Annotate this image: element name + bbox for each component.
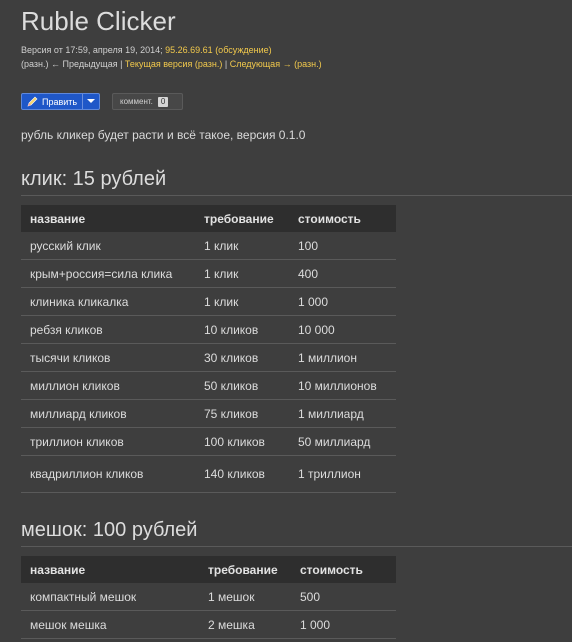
click-upgrades-table: название требование стоимость русский кл…	[21, 205, 396, 493]
edit-button[interactable]: Править	[21, 93, 100, 110]
cell-cost: 1 триллион	[289, 455, 396, 493]
table-header-row: название требование стоимость	[21, 205, 396, 232]
table-row: ребзя кликов 10 кликов 10 000	[21, 315, 396, 344]
diff-prev-text: (разн.)	[21, 59, 49, 69]
revision-prefix: Версия от 17:59, апреля 19, 2014;	[21, 45, 166, 55]
cell-name: тысячи кликов	[21, 343, 195, 372]
separator: |	[222, 59, 230, 69]
table-row: миллион кликов 50 кликов 10 миллионов	[21, 371, 396, 400]
table-row: компактный мешок 1 мешок 500	[21, 583, 396, 611]
separator: |	[117, 59, 125, 69]
comment-button[interactable]: коммент. 0	[112, 93, 183, 110]
revision-info: Версия от 17:59, апреля 19, 2014; 95.26.…	[21, 45, 272, 55]
section-divider	[21, 546, 572, 547]
column-header-requirement: требование	[195, 205, 289, 232]
cell-requirement: 75 кликов	[195, 399, 289, 428]
cell-requirement: 1 клик	[195, 259, 289, 288]
revision-nav: (разн.) ← Предыдущая | Текущая версия (р…	[21, 59, 322, 69]
section-title-bag: мешок: 100 рублей	[21, 519, 198, 541]
cell-cost: 400	[289, 259, 396, 288]
cell-requirement: 140 кликов	[195, 455, 289, 493]
table-row: крым+россия=сила клика 1 клик 400	[21, 259, 396, 288]
cell-requirement: 1 мешок	[199, 583, 291, 611]
cell-cost: 10 000	[289, 315, 396, 344]
cell-cost: 1 000	[291, 610, 396, 639]
column-header-cost: стоимость	[289, 205, 396, 232]
cell-cost: 500	[291, 583, 396, 611]
section-title-click: клик: 15 рублей	[21, 168, 167, 190]
cell-name: триллион кликов	[21, 427, 195, 456]
table-header-row: название требование стоимость	[21, 556, 396, 583]
cell-name: ребзя кликов	[21, 315, 195, 344]
cell-cost: 10 миллионов	[289, 371, 396, 400]
table-row: мешок мешка 2 мешка 1 000	[21, 610, 396, 639]
cell-cost: 100	[289, 232, 396, 260]
cell-requirement: 1 клик	[195, 232, 289, 260]
table-row: русский клик 1 клик 100	[21, 232, 396, 260]
cell-requirement: 50 кликов	[195, 371, 289, 400]
cell-name: миллиард кликов	[21, 399, 195, 428]
author-ip-link[interactable]: 95.26.69.61	[165, 45, 213, 55]
column-header-name: название	[21, 556, 199, 583]
table-row: клиника кликалка 1 клик 1 000	[21, 287, 396, 316]
cell-cost: 1 000	[289, 287, 396, 316]
intro-text: рубль кликер будет расти и всё такое, ве…	[21, 128, 306, 142]
table-row: тысячи кликов 30 кликов 1 миллион	[21, 343, 396, 372]
page-title: Ruble Clicker	[21, 6, 176, 36]
section-divider	[21, 195, 572, 196]
next-version-link[interactable]: Следующая →	[230, 59, 292, 69]
cell-name: русский клик	[21, 232, 195, 260]
current-diff-link[interactable]: (разн.)	[195, 59, 223, 69]
cell-requirement: 1 клик	[195, 287, 289, 316]
table-row: квадриллион кликов 140 кликов 1 триллион	[21, 455, 396, 493]
current-version-link[interactable]: Текущая версия	[125, 59, 192, 69]
pencil-icon	[27, 96, 38, 107]
cell-cost: 1 миллиард	[289, 399, 396, 428]
cell-name: крым+россия=сила клика	[21, 259, 195, 288]
table-row: миллиард кликов 75 кликов 1 миллиард	[21, 399, 396, 428]
talk-link[interactable]: (обсуждение)	[215, 45, 271, 55]
cell-name: компактный мешок	[21, 583, 199, 611]
comment-count-badge: 0	[157, 96, 169, 107]
cell-requirement: 10 кликов	[195, 315, 289, 344]
edit-button-label: Править	[42, 96, 78, 107]
comment-button-label: коммент.	[120, 97, 153, 106]
cell-name: миллион кликов	[21, 371, 195, 400]
chevron-down-icon[interactable]	[87, 99, 95, 103]
cell-cost: 1 миллион	[289, 343, 396, 372]
column-header-cost: стоимость	[291, 556, 396, 583]
cell-name: клиника кликалка	[21, 287, 195, 316]
cell-name: квадриллион кликов	[21, 455, 195, 493]
next-diff-link[interactable]: (разн.)	[294, 59, 322, 69]
button-divider	[82, 94, 83, 109]
column-header-name: название	[21, 205, 195, 232]
table-row: триллион кликов 100 кликов 50 миллиард	[21, 427, 396, 456]
cell-name: мешок мешка	[21, 610, 199, 639]
cell-requirement: 30 кликов	[195, 343, 289, 372]
cell-cost: 50 миллиард	[289, 427, 396, 456]
cell-requirement: 100 кликов	[195, 427, 289, 456]
column-header-requirement: требование	[199, 556, 291, 583]
bag-upgrades-table: название требование стоимость компактный…	[21, 556, 396, 639]
cell-requirement: 2 мешка	[199, 610, 291, 639]
prev-version-text: ← Предыдущая	[51, 59, 118, 69]
